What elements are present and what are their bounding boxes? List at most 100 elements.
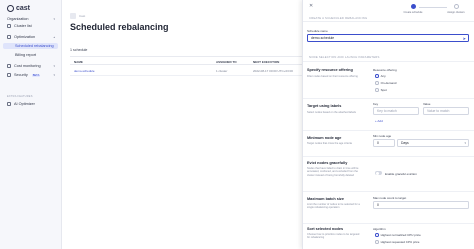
schedule-name-value: demo-schedule [311, 36, 335, 40]
algorithm-label: Algorithm [373, 227, 386, 231]
ai-optimizer-icon [7, 102, 11, 106]
column-header-next-execution[interactable]: NEXT EXECUTION [253, 60, 279, 64]
radio-highest-requested-cpu[interactable]: Highest requested CPU price [375, 240, 419, 244]
resource-offering-row: Specify resource offering Filter nodes b… [303, 61, 474, 98]
step-assign-clusters[interactable]: Assign clusters [441, 4, 471, 14]
resource-offering-label: Resource offering [373, 68, 397, 72]
section-label: NODE SELECTION AND LAUNCH PARAMETERS [309, 55, 380, 59]
batch-title: Maximum batch size [307, 197, 344, 201]
sort-title: Sort selected nodes [307, 227, 344, 231]
submit-arrow-icon[interactable]: ➤ [463, 36, 466, 42]
sidebar-item-cluster-list[interactable]: Cluster list [3, 23, 58, 29]
sidebar-item-security[interactable]: Security BETA ▾ [3, 72, 58, 78]
sidebar: cast Organization ▾ Cluster list Optimiz… [0, 0, 62, 249]
resource-offering-desc: Filter nodes based on their resource off… [307, 75, 358, 78]
table-row[interactable]: demo-schedule 1 cluster 2022-08-17 00:00… [70, 65, 302, 76]
sidebar-item-label: Cluster list [14, 24, 32, 28]
node-age-title: Minimum node age [307, 136, 342, 140]
beta-badge: BETA [31, 73, 41, 77]
radio-icon [375, 240, 379, 244]
node-age-label: Min node age [373, 134, 392, 138]
sidebar-item-scheduled-rebalancing[interactable]: Scheduled rebalancing [3, 43, 58, 49]
sidebar-item-label: AI Optimizer [14, 102, 35, 106]
column-header-name[interactable]: NAME [74, 60, 83, 64]
radio-any[interactable]: Any [375, 74, 386, 78]
close-icon[interactable]: ✕ [309, 3, 313, 9]
chevron-down-icon: ▾ [464, 141, 466, 145]
cluster-avatar-icon [70, 13, 76, 19]
cast-logo-icon [7, 5, 14, 12]
cast-logo[interactable]: cast [7, 5, 30, 12]
table-header: NAME ASSIGNED TO NEXT EXECUTION [70, 56, 302, 65]
radio-on-demand[interactable]: On-demand [375, 81, 396, 85]
brand-name: cast [16, 5, 31, 12]
key-input[interactable]: Key to match [373, 107, 419, 115]
sidebar-item-label: Cost monitoring [14, 64, 41, 68]
node-age-unit-value: Days [401, 141, 409, 145]
assigned-to-cell: 1 cluster [216, 68, 228, 73]
value-input[interactable]: Value to match [423, 107, 469, 115]
sort-nodes-row: Sort selected nodes Choose how to priori… [303, 223, 474, 249]
radio-label: Spot [380, 88, 387, 92]
node-age-unit-select[interactable]: Days ▾ [397, 139, 469, 147]
batch-label: Max node count to target [373, 196, 407, 200]
radio-label: Highest normalized CPU price [380, 233, 421, 237]
breadcrumb-item[interactable]: Cast [79, 14, 85, 18]
batch-size-input[interactable]: 0 [373, 201, 469, 209]
schedule-name-label: Schedule name [307, 29, 328, 33]
radio-icon [375, 81, 379, 85]
schedule-count: 1 schedule [70, 48, 88, 52]
drawer-header: ✕ CREATE A SCHEDULED REBALANCING Create … [303, 0, 474, 22]
graceful-eviction-toggle[interactable] [375, 171, 382, 175]
radio-selected-icon [375, 233, 379, 237]
schedule-name-input[interactable]: demo-schedule ➤ [307, 34, 469, 42]
labels-desc: Select nodes based on the attached label… [307, 111, 356, 114]
key-label: Key [373, 102, 379, 106]
batch-size-value: 0 [377, 203, 379, 207]
create-schedule-drawer: ✕ CREATE A SCHEDULED REBALANCING Create … [302, 0, 474, 249]
sidebar-item-optimization[interactable]: Optimization ▴ [3, 34, 58, 40]
shield-icon [7, 73, 11, 77]
radio-highest-normalized-cpu[interactable]: Highest normalized CPU price [375, 233, 421, 237]
step-create-schedule[interactable]: Create schedule [398, 4, 428, 14]
evict-desc: Nodes that have failed to drain in time … [307, 167, 359, 177]
step-inactive-icon [453, 4, 459, 9]
breadcrumb: Cast [70, 13, 85, 19]
key-placeholder: Key to match [377, 109, 397, 113]
schedule-name-link[interactable]: demo-schedule [74, 69, 95, 73]
labels-title: Target using labels [307, 104, 342, 108]
value-placeholder: Value to match [427, 109, 450, 113]
resource-offering-title: Specify resource offering [307, 68, 353, 72]
page-title: Scheduled rebalancing [70, 22, 169, 32]
sidebar-item-label: Billing report [15, 53, 37, 57]
node-age-input[interactable]: 0 [373, 139, 395, 147]
sidebar-item-label: Optimization [14, 35, 36, 39]
graceful-eviction-label: Enable graceful eviction [385, 171, 417, 176]
sidebar-item-billing-report[interactable]: Billing report [3, 52, 58, 58]
evict-title: Evict nodes gracefully [307, 161, 348, 165]
radio-spot[interactable]: Spot [375, 88, 387, 92]
drawer-subtitle: CREATE A SCHEDULED REBALANCING [309, 16, 368, 20]
radio-selected-icon [375, 74, 379, 78]
radio-icon [375, 88, 379, 92]
sidebar-item-label: Scheduled rebalancing [15, 44, 54, 48]
extra-features-label: EXTRA FEATURES [7, 95, 33, 98]
radio-label: On-demand [380, 81, 397, 85]
sidebar-item-cost-monitoring[interactable]: Cost monitoring ▾ [3, 63, 58, 69]
add-label-button[interactable]: + Add [375, 119, 383, 123]
sidebar-item-label: Security [14, 73, 28, 77]
batch-desc: Limit the number of nodes to be selected… [307, 203, 360, 210]
evict-gracefully-row: Evict nodes gracefully Nodes that have f… [303, 156, 474, 191]
step-active-icon [410, 4, 416, 9]
radio-label: Highest requested CPU price [380, 240, 420, 244]
sidebar-item-ai-optimizer[interactable]: AI Optimizer [3, 101, 58, 107]
schedules-table: NAME ASSIGNED TO NEXT EXECUTION demo-sch… [70, 56, 302, 76]
main-content: Cast Scheduled rebalancing 1 schedule NA… [62, 0, 302, 249]
sidebar-item-organization[interactable]: Organization ▾ [3, 16, 58, 22]
column-header-assigned[interactable]: ASSIGNED TO [216, 60, 237, 64]
radio-label: Any [380, 74, 386, 78]
optimization-icon [7, 35, 11, 39]
sort-desc: Choose how to prioritize nodes to be tar… [307, 233, 360, 240]
cost-monitoring-icon [7, 64, 11, 68]
value-label: Value [423, 102, 431, 106]
